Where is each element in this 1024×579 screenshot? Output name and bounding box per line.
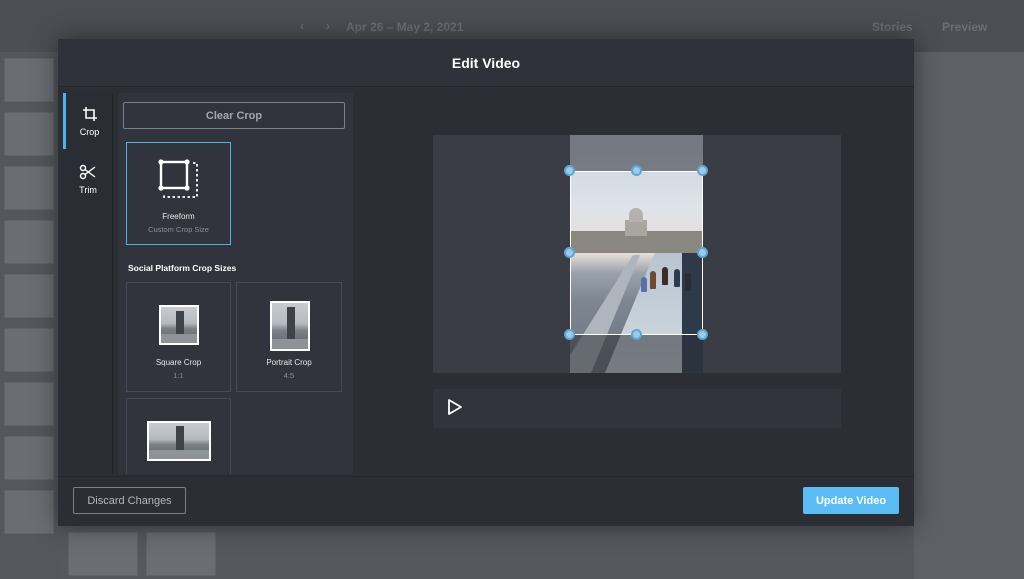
background-thumbnail [4,112,54,156]
tools-rail: Crop Trim [63,93,113,474]
square-crop-thumbnail [159,305,199,345]
freeform-sublabel: Custom Crop Size [148,225,209,234]
scissors-icon [79,164,97,180]
crop-handle-top-center[interactable] [631,165,642,176]
portrait-crop-option[interactable]: Portrait Crop 4:5 [236,282,342,392]
background-thumbnail [4,220,54,264]
crop-handle-middle-left[interactable] [564,247,575,258]
square-crop-option[interactable]: Square Crop 1:1 [126,282,231,392]
background-next-arrow: › [326,19,330,33]
crop-handle-top-right[interactable] [697,165,708,176]
background-thumbnail [4,490,54,534]
background-thumbnail [68,532,138,576]
play-button[interactable] [443,397,467,421]
landscape-crop-option[interactable] [126,398,231,474]
portrait-crop-thumbnail [270,301,310,351]
social-crop-sizes-heading: Social Platform Crop Sizes [128,263,237,273]
modal-header: Edit Video [58,39,914,87]
background-right-column [914,52,1024,579]
crop-selection-box[interactable] [570,171,703,335]
background-thumbnail [4,328,54,372]
background-thumbnail [4,382,54,426]
crop-icon [82,106,98,122]
crop-handle-bottom-center[interactable] [631,329,642,340]
video-frame [433,135,841,373]
landscape-crop-thumbnail [147,421,211,461]
portrait-crop-label: Portrait Crop [266,358,312,367]
background-thumbnail [4,58,54,102]
background-tab-stories: Stories [872,20,913,34]
freeform-label: Freeform [162,212,195,221]
video-preview-area [357,93,913,474]
modal-footer: Discard Changes Update Video [58,476,914,526]
background-thumbnail [4,274,54,318]
tool-trim-label: Trim [79,184,97,195]
background-thumbnail [4,166,54,210]
background-left-column [0,52,58,579]
edit-video-modal: Edit Video Crop Trim Clear Crop Freeform… [58,39,914,526]
background-prev-arrow: ‹ [300,19,304,33]
crop-shade-bottom [570,335,703,373]
crop-options-panel: Clear Crop Freeform Custom Crop Size Soc… [118,93,353,474]
crop-handle-middle-right[interactable] [697,247,708,258]
tool-crop[interactable]: Crop [63,93,113,149]
square-crop-label: Square Crop [155,358,202,367]
freeform-crop-option[interactable]: Freeform Custom Crop Size [126,142,231,245]
discard-changes-button[interactable]: Discard Changes [73,487,186,514]
background-tab-preview: Preview [942,20,988,34]
background-thumbnail [4,436,54,480]
modal-title: Edit Video [451,54,521,71]
freeform-crop-icon [158,159,200,206]
crop-handle-bottom-right[interactable] [697,329,708,340]
portrait-crop-ratio: 4:5 [283,371,295,380]
crop-handle-bottom-left[interactable] [564,329,575,340]
background-date-range: Apr 26 – May 2, 2021 [346,20,464,34]
play-icon [447,398,463,421]
tool-crop-label: Crop [79,126,100,137]
tool-trim[interactable]: Trim [63,151,113,207]
square-crop-ratio: 1:1 [173,371,184,380]
background-thumbnail [146,532,216,576]
playback-controls [433,389,841,428]
clear-crop-button[interactable]: Clear Crop [123,102,345,129]
update-video-button[interactable]: Update Video [803,487,899,514]
modal-body: Crop Trim Clear Crop Freeform Custom Cro… [63,93,913,474]
crop-handle-top-left[interactable] [564,165,575,176]
background-bottom-strip [58,526,914,579]
